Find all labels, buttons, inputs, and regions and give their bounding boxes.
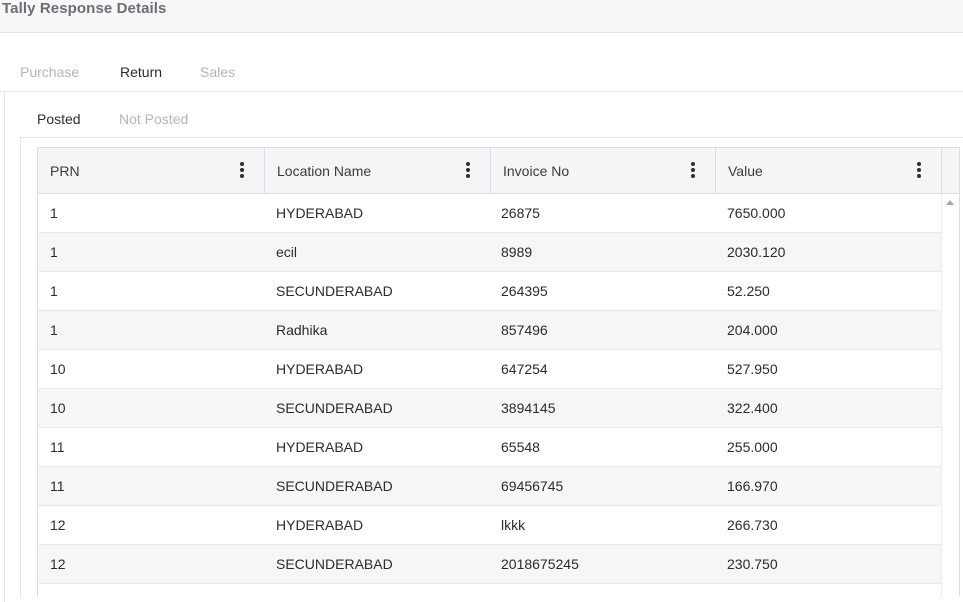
column-menu-icon[interactable] — [240, 162, 244, 178]
tab-purchase[interactable]: Purchase — [20, 64, 79, 80]
table-row[interactable]: 11 SECUNDERABAD 69456745 166.970 — [38, 467, 941, 506]
scroll-up-arrow-icon[interactable] — [946, 200, 954, 205]
cell-prn: 11 — [50, 478, 65, 494]
cell-location-name: Radhika — [276, 322, 328, 338]
column-header-prn[interactable]: PRN — [38, 148, 265, 193]
sub-tabs: Posted Not Posted — [20, 107, 963, 138]
table-row[interactable]: 10 HYDERABAD 647254 527.950 — [38, 350, 941, 389]
grid-header: PRN Location Name Invoice No Value — [38, 148, 959, 194]
column-header-value[interactable]: Value — [716, 148, 942, 193]
subtab-not-posted[interactable]: Not Posted — [119, 111, 188, 127]
cell-invoice-no: 69456745 — [501, 478, 564, 494]
cell-prn: 1 — [50, 205, 58, 221]
page-title: Tally Response Details — [2, 0, 167, 17]
cell-location-name: SECUNDERABAD — [276, 400, 393, 416]
data-grid: PRN Location Name Invoice No Value 1 HYD… — [37, 147, 960, 597]
column-menu-icon[interactable] — [466, 162, 470, 178]
cell-location-name: HYDERABAD — [276, 439, 364, 455]
cell-prn: 11 — [50, 439, 65, 455]
cell-invoice-no: lkkk — [501, 517, 526, 533]
cell-prn: 12 — [50, 517, 66, 533]
cell-location-name: SECUNDERABAD — [276, 556, 393, 572]
cell-value: 52.250 — [727, 283, 770, 299]
table-row[interactable]: 1 ecil 8989 2030.120 — [38, 233, 941, 272]
column-header-invoice-no[interactable]: Invoice No — [491, 148, 716, 193]
cell-invoice-no: 857496 — [501, 322, 548, 338]
column-menu-icon[interactable] — [691, 162, 695, 178]
table-row[interactable]: 11 HYDERABAD 65548 255.000 — [38, 428, 941, 467]
table-row[interactable]: 12 SECUNDERABAD 2018675245 230.750 — [38, 545, 941, 584]
cell-value: 255.000 — [727, 439, 778, 455]
column-menu-icon[interactable] — [917, 162, 921, 178]
cell-value: 2030.120 — [727, 244, 786, 260]
column-header-label: Invoice No — [503, 163, 570, 179]
table-row[interactable]: 12 HYDERABAD lkkk 266.730 — [38, 506, 941, 545]
cell-value: 166.970 — [727, 478, 778, 494]
cell-prn: 1 — [50, 322, 58, 338]
cell-location-name: ecil — [276, 244, 298, 260]
table-row[interactable]: 1 Radhika 857496 204.000 — [38, 311, 941, 350]
cell-value: 322.400 — [727, 400, 778, 416]
cell-prn: 1 — [50, 244, 58, 260]
tab-return[interactable]: Return — [120, 64, 162, 80]
cell-value: 266.730 — [727, 517, 778, 533]
cell-invoice-no: 3894145 — [501, 400, 556, 416]
cell-invoice-no: 264395 — [501, 283, 548, 299]
cell-prn: 1 — [50, 283, 58, 299]
column-header-label: Value — [728, 163, 763, 179]
cell-value: 230.750 — [727, 556, 778, 572]
cell-location-name: SECUNDERABAD — [276, 283, 393, 299]
column-header-label: PRN — [50, 163, 80, 179]
table-row[interactable]: 1 HYDERABAD 26875 7650.000 — [38, 194, 941, 233]
column-header-location-name[interactable]: Location Name — [265, 148, 491, 193]
vertical-scrollbar[interactable] — [941, 194, 959, 597]
cell-location-name: HYDERABAD — [276, 205, 364, 221]
cell-value: 527.950 — [727, 361, 778, 377]
table-row[interactable]: 10 SECUNDERABAD 3894145 322.400 — [38, 389, 941, 428]
cell-value: 204.000 — [727, 322, 778, 338]
column-header-label: Location Name — [277, 163, 372, 179]
main-tabs: Purchase Return Sales — [0, 60, 963, 92]
cell-location-name: HYDERABAD — [276, 361, 364, 377]
cell-location-name: HYDERABAD — [276, 517, 364, 533]
cell-location-name: SECUNDERABAD — [276, 478, 393, 494]
cell-invoice-no: 65548 — [501, 439, 540, 455]
page-header: Tally Response Details — [0, 0, 963, 33]
subtab-posted[interactable]: Posted — [37, 111, 81, 127]
table-row[interactable]: 1 SECUNDERABAD 264395 52.250 — [38, 272, 941, 311]
cell-prn: 12 — [50, 556, 66, 572]
cell-invoice-no: 2018675245 — [501, 556, 579, 572]
tab-sales[interactable]: Sales — [200, 64, 235, 80]
cell-invoice-no: 647254 — [501, 361, 548, 377]
cell-prn: 10 — [50, 361, 66, 377]
cell-prn: 10 — [50, 400, 66, 416]
cell-invoice-no: 26875 — [501, 205, 540, 221]
cell-invoice-no: 8989 — [501, 244, 533, 260]
cell-value: 7650.000 — [727, 205, 786, 221]
